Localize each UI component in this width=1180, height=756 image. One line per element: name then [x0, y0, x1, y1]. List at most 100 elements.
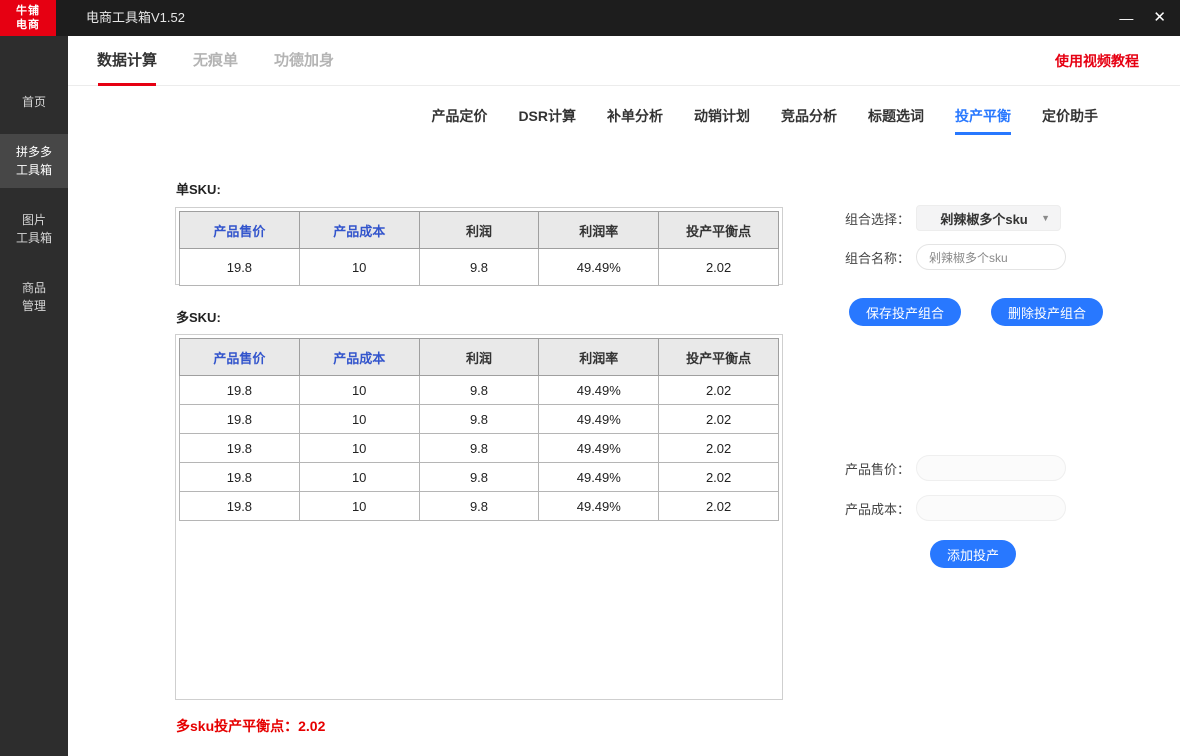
table-cell: 2.02 — [658, 462, 779, 492]
column-header: 产品售价 — [179, 338, 300, 376]
table-cell: 49.49% — [538, 462, 660, 492]
table-header-row: 产品售价 产品成本 利润 利润率 投产平衡点 — [179, 338, 779, 376]
combo-select-label: 组合选择： — [845, 211, 911, 227]
table-cell: 2.02 — [658, 433, 779, 463]
table-cell: 9.8 — [418, 433, 540, 463]
table-cell: 10 — [298, 433, 420, 463]
sidebar-item-label: 图片 — [21, 213, 46, 227]
price-label: 产品售价： — [845, 461, 911, 477]
table-cell: 10 — [298, 375, 420, 405]
table-cell: 2.02 — [658, 404, 779, 434]
table-cell: 19.8 — [179, 462, 300, 492]
sidebar: 首页 拼多多 工具箱 图片 工具箱 商品 管理 — [0, 36, 68, 756]
sub-tab-bar: 产品定价 DSR计算 补单分析 动销计划 竞品分析 标题选词 投产平衡 定价助手 — [68, 106, 1180, 135]
table-cell: 9.8 — [418, 375, 540, 405]
sub-tab-补单分析[interactable]: 补单分析 — [607, 106, 663, 135]
sub-tab-竞品分析[interactable]: 竞品分析 — [781, 106, 837, 135]
combo-name-label: 组合名称： — [845, 250, 911, 266]
sidebar-item-图片工具箱[interactable]: 图片 工具箱 — [0, 202, 68, 256]
table-cell: 19.8 — [179, 248, 300, 286]
table-cell: 49.49% — [538, 491, 660, 521]
combo-name-input[interactable] — [916, 244, 1067, 270]
table-cell: 19.8 — [179, 375, 300, 405]
sub-tab-产品定价[interactable]: 产品定价 — [431, 106, 487, 135]
sidebar-item-label: 管理 — [21, 299, 46, 313]
sidebar-item-label: 工具箱 — [15, 231, 52, 245]
table-cell: 10 — [298, 248, 420, 286]
title-bar: 牛铺 电商 电商工具箱V1.52 — ✕ — [0, 0, 1180, 36]
table-cell: 10 — [298, 404, 420, 434]
table-header-row: 产品售价 产品成本 利润 利润率 投产平衡点 — [179, 211, 779, 249]
sidebar-item-label: 拼多多 — [15, 145, 52, 159]
table-cell: 10 — [298, 491, 420, 521]
price-input[interactable] — [916, 455, 1067, 481]
single-sku-label: 单SKU: — [176, 182, 221, 197]
sidebar-item-label: 首页 — [21, 95, 46, 109]
sub-tab-DSR计算[interactable]: DSR计算 — [518, 106, 576, 135]
sub-tab-标题选词[interactable]: 标题选词 — [868, 106, 924, 135]
column-header: 产品成本 — [298, 338, 420, 376]
table-cell: 49.49% — [538, 404, 660, 434]
window-title: 电商工具箱V1.52 — [86, 10, 185, 25]
delete-combo-button[interactable]: 删除投产组合 — [991, 298, 1104, 326]
table-row: 19.8 10 9.8 49.49% 2.02 — [179, 433, 779, 463]
combo-select-dropdown[interactable]: 剁辣椒多个sku ▼ — [916, 205, 1062, 231]
table-cell: 19.8 — [179, 404, 300, 434]
app-logo: 牛铺 电商 — [0, 0, 56, 36]
sidebar-items: 首页 拼多多 工具箱 图片 工具箱 商品 管理 — [0, 84, 68, 324]
column-header: 利润率 — [538, 211, 660, 249]
video-tutorial-link[interactable]: 使用视频教程 — [1055, 51, 1139, 71]
sidebar-item-拼多多工具箱[interactable]: 拼多多 工具箱 — [0, 134, 68, 188]
column-header: 投产平衡点 — [658, 338, 779, 376]
add-roi-button[interactable]: 添加投产 — [930, 540, 1017, 568]
sub-tab-动销计划[interactable]: 动销计划 — [694, 106, 750, 135]
sub-tab-投产平衡[interactable]: 投产平衡 — [955, 106, 1011, 135]
table-row: 19.8 10 9.8 49.49% 2.02 — [179, 462, 779, 492]
cost-input[interactable] — [916, 495, 1067, 521]
save-combo-button[interactable]: 保存投产组合 — [849, 298, 962, 326]
table-row: 19.8 10 9.8 49.49% 2.02 — [179, 404, 779, 434]
column-header: 利润率 — [538, 338, 660, 376]
table-cell: 9.8 — [418, 462, 540, 492]
column-header: 利润 — [418, 338, 540, 376]
multi-sku-table-box: 产品售价 产品成本 利润 利润率 投产平衡点 19.8 10 9.8 49.49% 2.02 19… — [175, 334, 783, 700]
table-row: 19.8 10 9.8 49.49% 2.02 — [179, 248, 779, 286]
table-cell: 49.49% — [538, 375, 660, 405]
logo-line1: 牛铺 — [16, 5, 40, 17]
single-sku-table: 产品售价 产品成本 利润 利润率 投产平衡点 19.8 10 9.8 49.49% 2.02 — [179, 211, 779, 286]
column-header: 利润 — [418, 211, 540, 249]
close-icon[interactable]: ✕ — [1153, 0, 1166, 36]
sidebar-item-label: 商品 — [21, 281, 46, 295]
logo-line2: 电商 — [16, 19, 40, 31]
top-tab-无痕单[interactable]: 无痕单 — [193, 36, 238, 86]
table-cell: 10 — [298, 462, 420, 492]
table-cell: 19.8 — [179, 491, 300, 521]
table-row: 19.8 10 9.8 49.49% 2.02 — [179, 375, 779, 405]
sidebar-item-商品管理[interactable]: 商品 管理 — [0, 270, 68, 324]
sub-tab-定价助手[interactable]: 定价助手 — [1042, 106, 1098, 135]
cost-label: 产品成本： — [845, 501, 911, 517]
top-tab-功德加身[interactable]: 功德加身 — [274, 36, 334, 86]
table-cell: 9.8 — [418, 248, 540, 286]
sub-tabs: 产品定价 DSR计算 补单分析 动销计划 竞品分析 标题选词 投产平衡 定价助手 — [431, 106, 1098, 135]
table-cell: 9.8 — [418, 491, 540, 521]
column-header: 投产平衡点 — [658, 211, 779, 249]
table-cell: 49.49% — [538, 248, 660, 286]
table-cell: 2.02 — [658, 248, 779, 286]
top-tab-bar: 数据计算 无痕单 功德加身 使用视频教程 — [68, 36, 1180, 86]
chevron-down-icon: ▼ — [1041, 213, 1051, 223]
column-header: 产品成本 — [298, 211, 420, 249]
multi-sku-balance-note: 多sku投产平衡点：2.02 — [176, 718, 326, 734]
table-cell: 9.8 — [418, 404, 540, 434]
table-cell: 2.02 — [658, 491, 779, 521]
sidebar-item-首页[interactable]: 首页 — [0, 84, 68, 120]
table-cell: 19.8 — [179, 433, 300, 463]
top-tabs: 数据计算 无痕单 功德加身 — [97, 36, 334, 86]
multi-sku-table: 产品售价 产品成本 利润 利润率 投产平衡点 19.8 10 9.8 49.49% 2.02 19… — [179, 338, 779, 521]
table-cell: 49.49% — [538, 433, 660, 463]
sidebar-item-label: 工具箱 — [15, 163, 52, 177]
top-tab-数据计算[interactable]: 数据计算 — [97, 36, 157, 86]
minimize-icon[interactable]: — — [1119, 0, 1133, 36]
combo-select-value: 剁辣椒多个sku — [940, 211, 1028, 227]
single-sku-table-box: 产品售价 产品成本 利润 利润率 投产平衡点 19.8 10 9.8 49.49% 2.02 — [175, 207, 783, 286]
